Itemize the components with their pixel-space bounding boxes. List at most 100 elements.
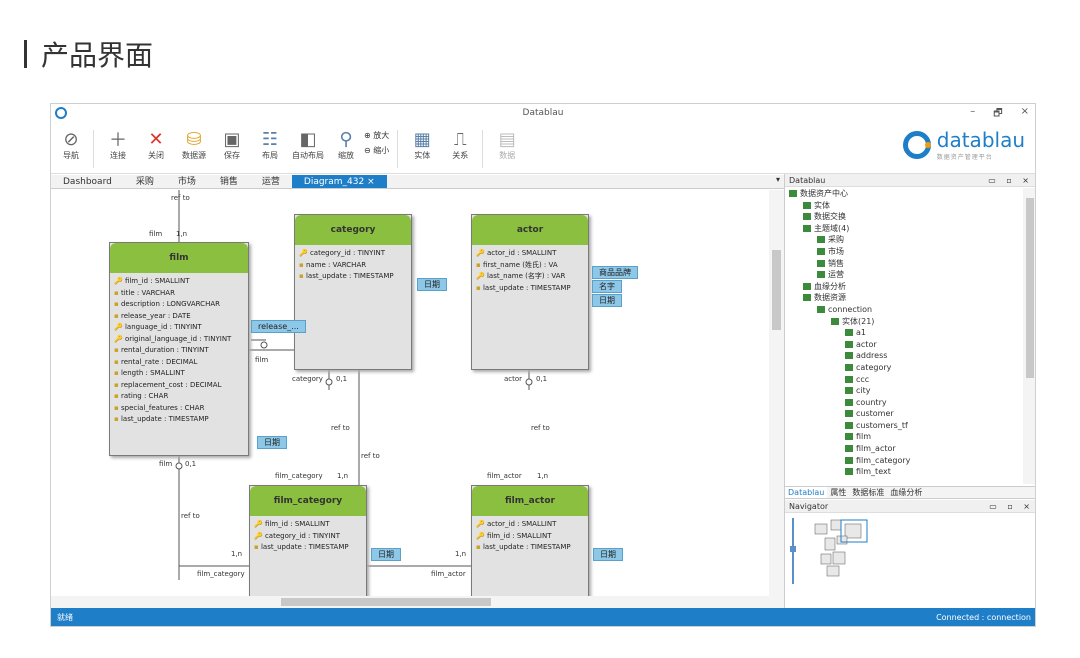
canvas-vertical-scrollbar[interactable] [769, 190, 784, 596]
datasource-button[interactable]: ⛁ 数据源 [176, 128, 212, 161]
restore-button[interactable]: 🗗 [993, 106, 1002, 123]
save-button[interactable]: ▣ 保存 [214, 128, 250, 161]
entity-category[interactable]: category 🔑 category_id : TINYINT ▪ name … [294, 214, 412, 370]
film-actor-date-tag[interactable]: 日期 [593, 548, 623, 561]
column-row[interactable]: 🔑 category_id : TINYINT [254, 531, 362, 543]
tree-node[interactable]: 市场 [789, 246, 1023, 258]
entity-button[interactable]: ▦ 实体 [404, 128, 440, 161]
navigate-button[interactable]: ⊘ 导航 [53, 128, 89, 161]
tree-node[interactable]: 血缘分析 [789, 281, 1023, 293]
zoom-out-button[interactable]: ⊖ 缩小 [364, 145, 389, 156]
tree-node[interactable]: a1 [789, 327, 1023, 339]
tree-node[interactable]: 数据资源 [789, 292, 1023, 304]
tabs-dropdown-icon[interactable]: ▾ [776, 175, 780, 184]
tab-datablau[interactable]: Datablau [785, 487, 828, 498]
canvas-horizontal-scrollbar[interactable] [51, 596, 784, 608]
entity-film-category[interactable]: film_category 🔑 film_id : SMALLINT 🔑 cat… [249, 485, 367, 596]
tab-market[interactable]: 市场 [166, 175, 208, 188]
navigator-view[interactable] [785, 506, 1035, 608]
tab-sales[interactable]: 销售 [208, 175, 250, 188]
column-row[interactable]: ▪ first_name (姓氏) : VA [476, 260, 584, 272]
tree-node[interactable]: film_text [789, 466, 1023, 478]
tab-dashboard[interactable]: Dashboard [51, 175, 124, 188]
column-row[interactable]: ▪ last_update : TIMESTAMP [254, 542, 362, 554]
tab-operations[interactable]: 运营 [250, 175, 292, 188]
tree-node[interactable]: customers_tf [789, 420, 1023, 432]
entity-film[interactable]: film 🔑 film_id : SMALLINT ▪ title : VARC… [109, 242, 249, 456]
column-row[interactable]: ▪ last_update : TIMESTAMP [114, 414, 244, 426]
tree-node[interactable]: country [789, 397, 1023, 409]
tree-node[interactable]: actor [789, 339, 1023, 351]
column-row[interactable]: 🔑 category_id : TINYINT [299, 248, 407, 260]
column-row[interactable]: 🔑 language_id : TINYINT [114, 322, 244, 334]
column-row[interactable]: ▪ special_features : CHAR [114, 403, 244, 415]
column-row[interactable]: 🔑 actor_id : SMALLINT [476, 248, 584, 260]
entity-film-actor[interactable]: film_actor 🔑 actor_id : SMALLINT 🔑 film_… [471, 485, 589, 596]
column-row[interactable]: 🔑 film_id : SMALLINT [476, 531, 584, 543]
layout-button[interactable]: ☷ 布局 [252, 128, 288, 161]
tree-node[interactable]: 运营 [789, 269, 1023, 281]
column-row[interactable]: ▪ last_update : TIMESTAMP [476, 283, 584, 295]
relation-button[interactable]: ⎍ 关系 [442, 128, 478, 161]
tree-node[interactable]: address [789, 350, 1023, 362]
tree-node[interactable]: customer [789, 408, 1023, 420]
film-category-date-tag[interactable]: 日期 [371, 548, 401, 561]
data-button[interactable]: ▤ 数据 [489, 128, 525, 161]
film-release-tag[interactable]: release_... [251, 320, 306, 333]
column-row[interactable]: 🔑 film_id : SMALLINT [114, 276, 244, 288]
asset-tree[interactable]: 数据资产中心 实体 数据交换 主题域(4) 采购 市场 销售 运营 血缘分析 数据资源 connec… [785, 188, 1023, 484]
column-row[interactable]: 🔑 last_name (名字) : VAR [476, 271, 584, 283]
tree-node[interactable]: category [789, 362, 1023, 374]
tree-node[interactable]: film [789, 431, 1023, 443]
tree-node[interactable]: ccc [789, 374, 1023, 386]
panel-controls[interactable]: ▭ ▫ × [988, 174, 1033, 187]
tree-node[interactable]: film_category [789, 455, 1023, 467]
tree-node[interactable]: 数据交换 [789, 211, 1023, 223]
tree-node[interactable]: 实体(21) [789, 316, 1023, 328]
tree-node[interactable]: 主题域(4) [789, 223, 1023, 235]
auto-layout-button[interactable]: ◧ 自动布局 [290, 128, 326, 161]
tree-node[interactable]: 实体 [789, 200, 1023, 212]
column-row[interactable]: ▪ release_year : DATE [114, 311, 244, 323]
actor-tag-1[interactable]: 商品品牌 [592, 266, 638, 279]
column-row[interactable]: ▪ length : SMALLINT [114, 368, 244, 380]
column-row[interactable]: 🔑 actor_id : SMALLINT [476, 519, 584, 531]
column-row[interactable]: ▪ description : LONGVARCHAR [114, 299, 244, 311]
actor-tag-3[interactable]: 日期 [592, 294, 622, 307]
minimize-button[interactable]: – [970, 106, 975, 123]
tab-properties[interactable]: 属性 [827, 487, 849, 498]
actor-tag-2[interactable]: 名字 [592, 280, 622, 293]
category-date-tag[interactable]: 日期 [417, 278, 447, 291]
column-row[interactable]: ▪ rental_rate : DECIMAL [114, 357, 244, 369]
tree-node[interactable]: film_actor [789, 443, 1023, 455]
zoom-in-button[interactable]: ⊕ 放大 [364, 130, 389, 141]
tab-diagram[interactable]: Diagram_432 × [291, 175, 387, 188]
tree-node[interactable]: city [789, 385, 1023, 397]
tree-scrollbar[interactable] [1023, 188, 1035, 484]
entity-actor[interactable]: actor 🔑 actor_id : SMALLINT ▪ first_name… [471, 214, 589, 370]
column-row[interactable]: ▪ rental_duration : TINYINT [114, 345, 244, 357]
column-row[interactable]: ▪ replacement_cost : DECIMAL [114, 380, 244, 392]
tree-node[interactable]: 销售 [789, 258, 1023, 270]
film-date-tag[interactable]: 日期 [257, 436, 287, 449]
tab-data-standard[interactable]: 数据标准 [849, 487, 887, 498]
column-row[interactable]: ▪ title : VARCHAR [114, 288, 244, 300]
column-row[interactable]: 🔑 film_id : SMALLINT [254, 519, 362, 531]
close-button[interactable]: ✕ 关闭 [138, 128, 174, 161]
scroll-thumb[interactable] [1026, 198, 1034, 378]
scroll-thumb[interactable] [281, 598, 491, 606]
column-row[interactable]: ▪ last_update : TIMESTAMP [476, 542, 584, 554]
tree-node[interactable]: connection [789, 304, 1023, 316]
close-window-button[interactable]: × [1021, 106, 1029, 123]
column-row[interactable]: 🔑 original_language_id : TINYINT [114, 334, 244, 346]
tab-purchase[interactable]: 采购 [124, 175, 166, 188]
scroll-thumb[interactable] [772, 250, 781, 330]
diagram-canvas[interactable]: film 🔑 film_id : SMALLINT ▪ title : VARC… [51, 190, 769, 596]
tree-node[interactable]: 采购 [789, 234, 1023, 246]
column-row[interactable]: ▪ name : VARCHAR [299, 260, 407, 272]
tab-lineage[interactable]: 血缘分析 [887, 487, 925, 498]
column-row[interactable]: ▪ rating : CHAR [114, 391, 244, 403]
connect-button[interactable]: ＋连接 [100, 128, 136, 161]
zoom-button[interactable]: ⚲ 缩放 [328, 128, 364, 161]
tree-node[interactable]: 数据资产中心 [789, 188, 1023, 200]
